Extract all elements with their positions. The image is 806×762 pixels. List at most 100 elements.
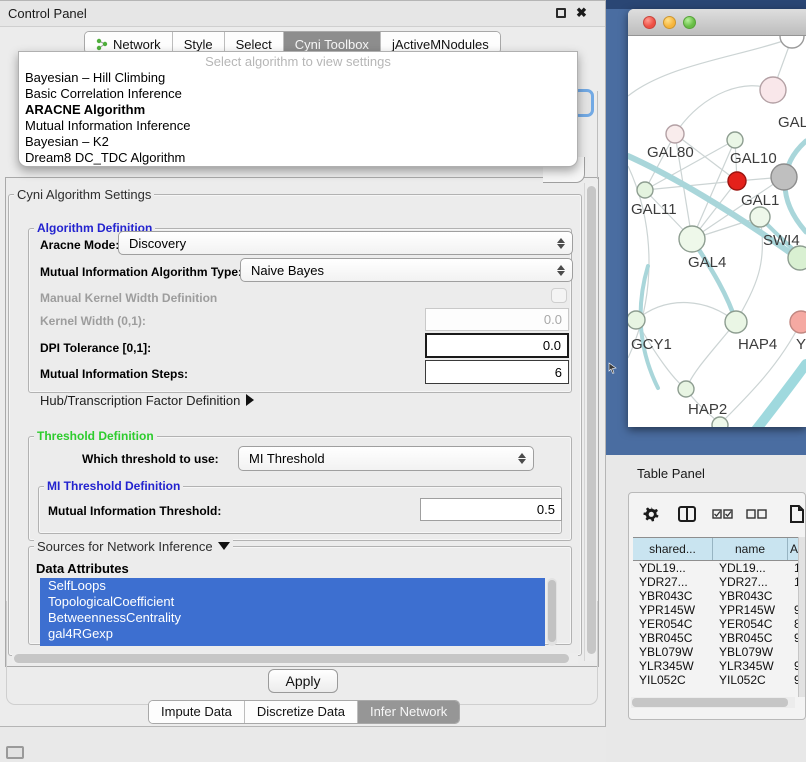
dropdown-item-basic-correlation[interactable]: Basic Correlation Inference [19,86,577,102]
tab-cyni-toolbox-label: Cyni Toolbox [295,37,369,52]
node-red-selected[interactable] [728,172,746,190]
aracne-mode-combobox[interactable]: Discovery [118,231,573,255]
tab-impute-data-label: Impute Data [161,704,232,719]
node-swi4[interactable] [788,246,806,270]
apply-button[interactable]: Apply [268,669,338,693]
node-gcy1[interactable] [628,311,645,329]
close-traffic-light-icon[interactable] [643,16,656,29]
unchecked-columns-icon[interactable] [746,509,767,519]
list-item[interactable]: SelfLoops [40,578,545,594]
control-panel-window: Control Panel ✖ Network Style Select C [0,0,606,727]
node-gray[interactable] [771,164,797,190]
column-header-shared-name[interactable]: shared... [633,538,713,560]
kernel-width-value: 0.0 [544,312,562,327]
stepper-arrows-icon [557,232,565,254]
settings-vertical-scrollbar[interactable] [584,183,597,661]
attribute-list-scrollbar[interactable] [547,578,557,646]
table-row[interactable]: YBL079WYBL079W [633,645,801,659]
float-window-icon[interactable] [556,8,566,18]
tab-discretize-data[interactable]: Discretize Data [245,701,358,723]
table-row[interactable]: YLR345WYLR345W9. [633,659,801,673]
mi-steps-input[interactable]: 6 [425,360,569,384]
table-row[interactable]: YDL19...YDL19...13 [633,561,801,575]
node-unlabeled[interactable] [780,36,804,48]
stepper-arrows-icon [518,447,526,470]
table-vertical-scrollbar[interactable] [798,537,805,697]
settings-horizontal-scrollbar[interactable] [12,653,578,664]
node-gal[interactable] [760,77,786,103]
sources-group-title[interactable]: Sources for Network Inference [34,539,233,554]
expanded-arrow-icon [218,542,230,550]
minimize-traffic-light-icon[interactable] [663,16,676,29]
new-table-icon[interactable] [789,505,805,523]
table-row[interactable]: YPR145WYPR145W9. [633,603,801,617]
mi-threshold-group-title: MI Threshold Definition [44,479,183,493]
node-gal4[interactable] [679,226,705,252]
table-panel-title: Table Panel [637,466,705,481]
close-icon[interactable]: ✖ [576,5,587,21]
table-horizontal-scrollbar[interactable] [631,697,795,708]
dpi-tolerance-label: DPI Tolerance [0,1]: [40,341,151,355]
dropdown-item-mutual-information[interactable]: Mutual Information Inference [19,118,577,134]
dropdown-item-bayesian-hill-climbing[interactable]: Bayesian – Hill Climbing [19,70,577,86]
kernel-width-label: Kernel Width (0,1): [40,314,146,328]
cell: YBL079W [713,645,788,659]
node-partial-bottom[interactable] [712,417,728,427]
dropdown-item-dream8[interactable]: Dream8 DC_TDC Algorithm [19,150,577,166]
aracne-mode-label: Aracne Mode: [40,238,119,252]
node-label: SWI4 [763,232,800,249]
table-row[interactable]: YIL052CYIL052C9. [633,673,801,687]
cell: YER054C [713,617,788,631]
table-row[interactable]: YER054CYER054C8. [633,617,801,631]
node-hap4[interactable] [725,311,747,333]
node-y[interactable] [790,311,806,333]
node-hap2[interactable] [678,381,694,397]
dropdown-item-aracne[interactable]: ARACNE Algorithm [19,102,577,118]
column-header-name[interactable]: name [713,538,788,560]
zoom-traffic-light-icon[interactable] [683,16,696,29]
list-item[interactable]: BetweennessCentrality [40,610,545,626]
table-panel-inner: shared... name A YDL19...YDL19...13 YDR2… [628,492,806,720]
manual-kernel-width-checkbox[interactable] [551,288,567,303]
node-label: GAL1 [741,192,779,209]
table-row[interactable]: YBR043CYBR043C [633,589,801,603]
mi-algorithm-type-combobox[interactable]: Naive Bayes [240,258,573,282]
column-layout-icon[interactable] [678,506,696,522]
minimized-panel-icon[interactable] [6,746,24,759]
tab-jactivemnodules[interactable]: jActiveMNodules [381,32,500,53]
node-gal10[interactable] [727,132,743,148]
hub-definition-toggle[interactable]: Hub/Transcription Factor Definition [40,393,254,408]
table-toolbar [629,499,805,529]
cell: YDL19... [713,561,788,575]
mi-algorithm-type-value: Naive Bayes [251,263,324,278]
aracne-mode-value: Discovery [129,236,186,251]
dpi-tolerance-input[interactable]: 0.0 [425,333,569,358]
kernel-width-input[interactable]: 0.0 [425,308,569,331]
checked-columns-icon[interactable] [712,509,733,519]
table-panel: Table Panel shared... name A [606,455,806,762]
node-gal1[interactable] [750,207,770,227]
table-row[interactable]: YDR27...YDR27...12 [633,575,801,589]
tab-impute-data[interactable]: Impute Data [149,701,245,723]
list-item[interactable]: gal4RGexp [40,626,545,642]
node-gal80[interactable] [666,125,684,143]
tab-cyni-toolbox[interactable]: Cyni Toolbox [284,32,381,53]
list-item[interactable]: TopologicalCoefficient [40,594,545,610]
node-label: GCY1 [631,336,672,353]
tab-style[interactable]: Style [173,32,225,53]
tab-jactivemnodules-label: jActiveMNodules [392,37,489,52]
dropdown-item-bayesian-k2[interactable]: Bayesian – K2 [19,134,577,150]
gear-icon[interactable] [643,506,660,523]
table-row[interactable]: YBR045CYBR045C9. [633,631,801,645]
data-attributes-list[interactable]: SelfLoops TopologicalCoefficient Between… [40,578,545,646]
network-graph[interactable]: GAL GAL80 GAL10 GAL1 SWI4 GAL11 GAL4 GCY… [628,36,806,427]
tab-select[interactable]: Select [225,32,284,53]
tab-network[interactable]: Network [85,32,173,53]
network-view-window[interactable]: GAL GAL80 GAL10 GAL1 SWI4 GAL11 GAL4 GCY… [628,9,806,427]
cell: YDR27... [633,575,713,589]
which-threshold-combobox[interactable]: MI Threshold [238,446,534,471]
mi-threshold-input[interactable]: 0.5 [420,498,562,521]
manual-kernel-width-label: Manual Kernel Width Definition [40,291,217,305]
tab-infer-network[interactable]: Infer Network [358,701,459,723]
node-gal11[interactable] [637,182,653,198]
